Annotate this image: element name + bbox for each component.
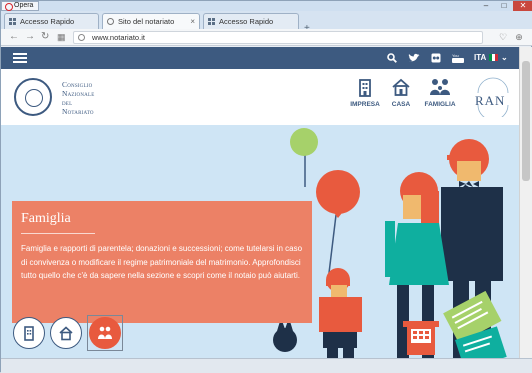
nav-casa-label: CASA	[391, 101, 411, 108]
address-bar: ← → ↻ ▦ www.notariato.it ♡ ⊕	[1, 29, 532, 46]
back-icon[interactable]: ←	[9, 30, 19, 44]
site-header: Consiglio Nazionale del Notariato IMPRES…	[1, 69, 519, 125]
url-field[interactable]: www.notariato.it	[73, 31, 483, 44]
download-icon[interactable]: ⊕	[513, 31, 525, 43]
building-icon	[359, 79, 371, 97]
nav-famiglia-label: FAMIGLIA	[424, 101, 456, 108]
family-icon	[98, 326, 112, 339]
family-icon	[430, 79, 450, 95]
scrollbar-thumb[interactable]	[522, 61, 530, 181]
tab-accesso-rapido-1[interactable]: Accesso Rapido	[4, 13, 99, 29]
tab-strip: Accesso Rapido Sito del notariato × Acce…	[1, 11, 532, 34]
notariato-seal-logo[interactable]	[14, 78, 52, 116]
hero-description: Famiglia e rapporti di parentela; donazi…	[21, 244, 303, 280]
close-window-button[interactable]: ✕	[513, 1, 532, 11]
tab-label: Accesso Rapido	[219, 17, 274, 26]
language-dropdown-chevron[interactable]: ⌄	[501, 53, 508, 63]
site-icon	[107, 18, 114, 25]
house-icon	[392, 78, 410, 96]
status-bar	[1, 358, 532, 373]
hero-card: Famiglia Famiglia e rapporti di parentel…	[12, 201, 312, 323]
flickr-icon[interactable]	[431, 53, 441, 63]
hero-banner: Famiglia Famiglia e rapporti di parentel…	[1, 125, 519, 358]
youtube-icon[interactable]: You	[452, 53, 464, 63]
maximize-button[interactable]: □	[495, 1, 513, 11]
italian-flag-icon	[489, 54, 498, 61]
tab-accesso-rapido-2[interactable]: Accesso Rapido	[203, 13, 299, 29]
site-top-bar: You ITA ⌄	[1, 47, 519, 69]
hero-title-underline	[21, 233, 95, 234]
building-icon	[24, 326, 34, 341]
browser-window: Opera – □ ✕ Accesso Rapido Sito del nota…	[0, 0, 532, 373]
url-text: www.notariato.it	[92, 33, 145, 42]
page-scrollbar[interactable]	[519, 47, 532, 358]
ran-logo[interactable]: RAN	[473, 77, 513, 117]
speed-dial-icon	[208, 18, 215, 25]
forward-icon[interactable]: →	[25, 30, 35, 44]
search-icon[interactable]	[387, 53, 397, 63]
twitter-icon[interactable]	[408, 53, 420, 63]
menu-icon[interactable]	[13, 53, 27, 63]
svg-text:You: You	[452, 53, 459, 58]
close-tab-icon[interactable]: ×	[190, 14, 195, 29]
speed-dial-icon	[9, 18, 16, 25]
nav-impresa-label: IMPRESA	[350, 101, 380, 108]
ran-text: RAN	[475, 93, 506, 108]
tab-sito-notariato[interactable]: Sito del notariato ×	[102, 13, 200, 29]
nav-casa[interactable]: CASA	[381, 77, 421, 119]
globe-icon	[78, 34, 85, 41]
tab-label: Accesso Rapido	[20, 17, 75, 26]
reload-icon[interactable]: ↻	[41, 30, 49, 44]
nav-impresa[interactable]: IMPRESA	[345, 77, 385, 119]
org-name[interactable]: Consiglio Nazionale del Notariato	[62, 80, 95, 116]
title-bar: Opera – □ ✕	[1, 1, 532, 11]
minimize-button[interactable]: –	[477, 1, 495, 11]
tab-label: Sito del notariato	[118, 17, 175, 26]
hero-title: Famiglia	[21, 211, 71, 226]
hero-selector-impresa[interactable]	[13, 317, 45, 349]
nav-famiglia[interactable]: FAMIGLIA	[420, 77, 460, 119]
house-icon	[59, 326, 73, 341]
speed-dial-grid-icon[interactable]: ▦	[57, 30, 66, 44]
heart-icon[interactable]: ♡	[497, 31, 509, 43]
opera-menu-button[interactable]: Opera	[1, 1, 40, 11]
hero-selector-casa[interactable]	[50, 317, 82, 349]
hero-selector-famiglia[interactable]	[87, 315, 123, 351]
language-selector[interactable]: ITA	[474, 53, 486, 63]
